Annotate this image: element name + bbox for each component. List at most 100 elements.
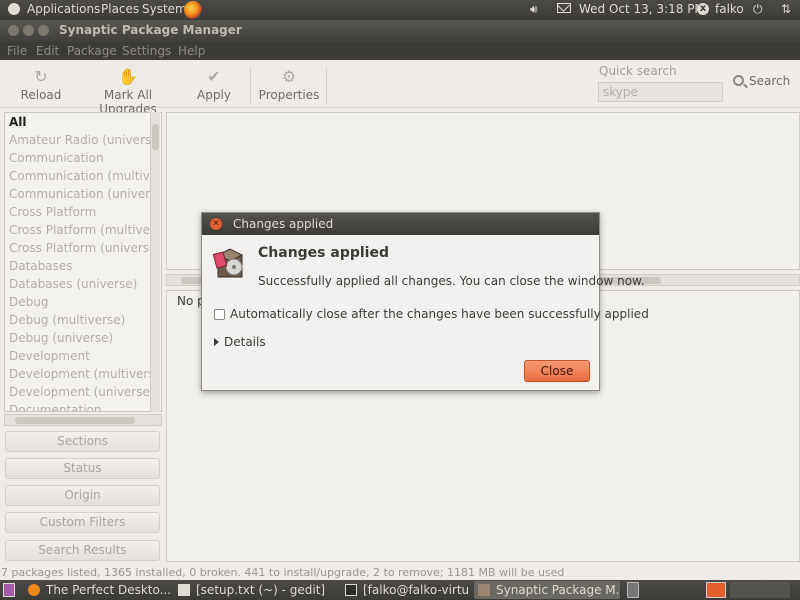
search-icon <box>733 75 744 86</box>
gedit-icon <box>178 584 190 596</box>
user-status-icon[interactable]: x <box>697 3 709 15</box>
places-menu[interactable]: Places <box>101 2 139 16</box>
taskbar-item-label: Synaptic Package M... <box>496 583 620 597</box>
filter-item[interactable]: Communication <box>5 149 151 167</box>
filter-item[interactable]: All <box>5 113 151 131</box>
window-title: Synaptic Package Manager <box>59 23 242 37</box>
scroll-thumb[interactable] <box>152 124 159 150</box>
auto-close-checkbox[interactable] <box>214 309 225 320</box>
volume-icon[interactable]: 🔊︎ <box>530 2 538 17</box>
filter-list[interactable]: All Amateur Radio (universe) Communicati… <box>4 112 162 412</box>
system-menu[interactable]: System <box>142 2 187 16</box>
mark-all-icon: ✋ <box>118 67 138 86</box>
filter-item[interactable]: Development (multiverse) <box>5 365 151 383</box>
synaptic-icon <box>478 584 490 596</box>
search-button[interactable]: Search <box>733 74 790 88</box>
clock[interactable]: Wed Oct 13, 3:18 PM <box>579 2 705 16</box>
taskbar-item-label: [setup.txt (~) - gedit] <box>196 583 326 597</box>
filter-item[interactable]: Cross Platform (multiverse) <box>5 221 151 239</box>
menu-package[interactable]: Package <box>67 44 117 58</box>
package-icon <box>212 248 244 278</box>
sections-button[interactable]: Sections <box>5 431 160 452</box>
menu-help[interactable]: Help <box>178 44 205 58</box>
menu-edit[interactable]: Edit <box>36 44 59 58</box>
taskbar-item-label: The Perfect Deskto... <box>46 583 172 597</box>
filter-item[interactable]: Documentation <box>5 401 151 411</box>
filter-item[interactable]: Development <box>5 347 151 365</box>
status-button[interactable]: Status <box>5 458 160 479</box>
toolbar-separator <box>250 68 251 104</box>
apply-button[interactable]: ✔ Apply <box>190 60 238 108</box>
applications-menu-icon[interactable] <box>8 2 20 16</box>
show-desktop-icon[interactable] <box>3 583 15 597</box>
quick-search-label: Quick search <box>599 64 677 78</box>
scroll-thumb[interactable] <box>15 417 135 424</box>
dialog-message: Successfully applied all changes. You ca… <box>258 274 645 288</box>
taskbar-item-gedit[interactable]: [setup.txt (~) - gedit] <box>178 581 338 599</box>
power-icon[interactable]: ⏻ <box>753 2 763 17</box>
filter-list-vscrollbar[interactable] <box>150 112 160 412</box>
firefox-launcher-icon[interactable] <box>184 1 202 19</box>
reload-button[interactable]: ↻ Reload <box>16 60 66 108</box>
taskbar-item-terminal[interactable]: [falko@falko-virtual... <box>345 581 469 599</box>
workspace-switcher-active[interactable] <box>706 582 726 598</box>
details-label: Details <box>224 335 266 349</box>
close-button[interactable]: Close <box>524 360 590 382</box>
top-panel: Applications Places System 🔊︎ Wed Oct 13… <box>0 0 800 20</box>
filter-list-hscrollbar[interactable] <box>4 414 162 426</box>
taskbar-item-label: [falko@falko-virtual... <box>363 583 469 597</box>
bottom-panel: The Perfect Deskto... [setup.txt (~) - g… <box>0 580 800 600</box>
properties-icon: ⚙ <box>281 67 297 86</box>
details-expander[interactable]: Details <box>214 335 266 349</box>
filter-item[interactable]: Cross Platform <box>5 203 151 221</box>
dialog-titlebar: ✕ Changes applied <box>202 213 599 235</box>
filter-item[interactable]: Databases <box>5 257 151 275</box>
quick-search-input[interactable] <box>598 82 723 102</box>
filter-item[interactable]: Communication (multiverse) <box>5 167 151 185</box>
properties-label: Properties <box>258 88 320 102</box>
apply-label: Apply <box>197 88 231 102</box>
window-close-icon[interactable] <box>8 25 19 36</box>
taskbar-item-firefox[interactable]: The Perfect Deskto... <box>28 581 172 599</box>
menu-settings[interactable]: Settings <box>122 44 171 58</box>
reload-label: Reload <box>20 88 62 102</box>
status-bar: 7 packages listed, 1365 installed, 0 bro… <box>1 566 565 579</box>
window-maximize-icon[interactable] <box>38 25 49 36</box>
menubar: File Edit Package Settings Help <box>0 42 800 60</box>
filter-item[interactable]: Cross Platform (universe) <box>5 239 151 257</box>
menu-file[interactable]: File <box>7 44 27 58</box>
user-name[interactable]: falko <box>715 2 744 16</box>
origin-button[interactable]: Origin <box>5 485 160 506</box>
applications-menu[interactable]: Applications <box>27 2 100 16</box>
taskbar-item-synaptic[interactable]: Synaptic Package M... <box>474 581 620 599</box>
properties-button[interactable]: ⚙ Properties <box>256 60 322 108</box>
trash-icon[interactable] <box>627 582 639 598</box>
filter-item[interactable]: Amateur Radio (universe) <box>5 131 151 149</box>
toolbar-separator <box>326 68 327 104</box>
auto-close-label[interactable]: Automatically close after the changes ha… <box>230 307 649 321</box>
filter-item[interactable]: Databases (universe) <box>5 275 151 293</box>
workspace-switcher[interactable] <box>730 582 790 598</box>
terminal-icon <box>345 584 357 596</box>
filter-item[interactable]: Debug (multiverse) <box>5 311 151 329</box>
dialog-close-icon[interactable]: ✕ <box>210 218 222 230</box>
firefox-icon <box>28 584 40 596</box>
search-label: Search <box>749 74 791 88</box>
window-minimize-icon[interactable] <box>23 25 34 36</box>
reload-icon: ↻ <box>34 67 48 86</box>
search-results-button[interactable]: Search Results <box>5 540 160 561</box>
mark-all-upgrades-button[interactable]: ✋ Mark All Upgrades <box>74 60 182 117</box>
window-titlebar: Synaptic Package Manager <box>0 20 800 42</box>
mail-icon[interactable] <box>557 3 571 13</box>
apply-icon: ✔ <box>207 67 221 86</box>
changes-applied-dialog: ✕ Changes applied Changes applied Succes… <box>201 212 649 391</box>
filter-item[interactable]: Debug (universe) <box>5 329 151 347</box>
custom-filters-button[interactable]: Custom Filters <box>5 512 160 533</box>
expander-arrow-icon <box>214 338 219 346</box>
filter-item[interactable]: Development (universe) <box>5 383 151 401</box>
dialog-heading: Changes applied <box>258 245 389 261</box>
filter-item[interactable]: Debug <box>5 293 151 311</box>
filter-item[interactable]: Communication (universe) <box>5 185 151 203</box>
network-icon[interactable]: ⇅ <box>781 2 791 16</box>
dialog-title: Changes applied <box>233 217 334 231</box>
